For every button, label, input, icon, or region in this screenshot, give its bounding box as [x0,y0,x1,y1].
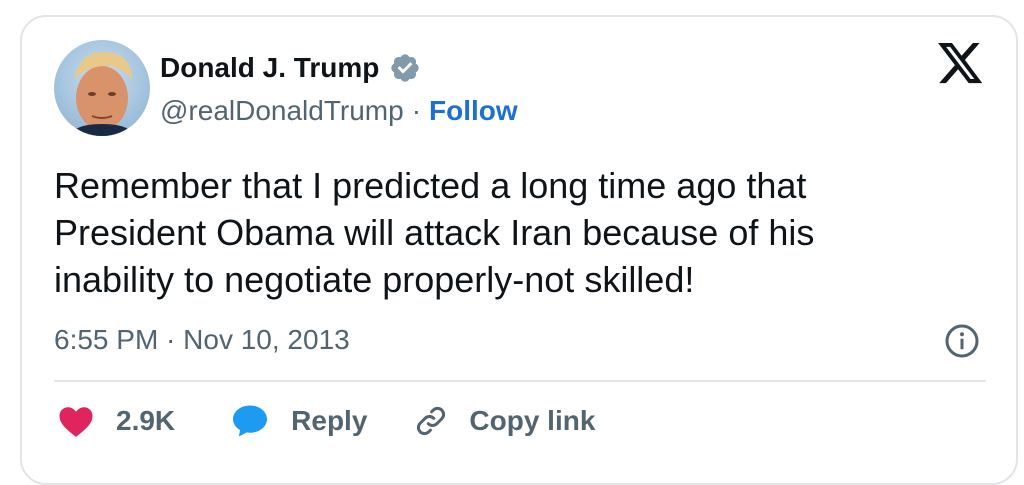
tweet-line: inability to negotiate properly-not skil… [54,259,695,300]
reply-button[interactable]: Reply [231,404,367,438]
like-button[interactable]: 2.9K [58,404,175,438]
author-name-row: Donald J. Trump [160,52,421,84]
separator-dot: · [411,95,422,126]
tweet-timestamp[interactable]: 6:55 PM · Nov 10, 2013 [54,324,350,356]
author-handle[interactable]: @realDonaldTrump [160,95,404,127]
info-icon[interactable] [944,323,980,359]
tweet-text: Remember that I predicted a long time ag… [54,162,954,303]
avatar-photo [54,40,150,136]
tweet-line: President Obama will attack Iran because… [54,212,815,253]
avatar[interactable] [54,40,150,136]
action-bar: 2.9K Reply Copy link [58,403,595,439]
copy-link-button[interactable]: Copy link [413,403,595,439]
author-name[interactable]: Donald J. Trump [160,52,379,84]
link-icon [417,407,446,435]
author-handle-row: @realDonaldTrump · Follow [160,95,518,127]
speech-bubble-icon [233,405,268,437]
follow-button[interactable]: Follow [429,95,518,127]
like-count: 2.9K [116,405,176,436]
reply-label: Reply [291,405,368,436]
tweet-line: Remember that I predicted a long time ag… [54,165,807,206]
heart-icon [59,407,93,437]
verified-badge-icon [391,54,420,82]
copy-link-label: Copy link [469,405,596,436]
x-logo-icon[interactable] [938,43,984,85]
divider [54,380,986,382]
